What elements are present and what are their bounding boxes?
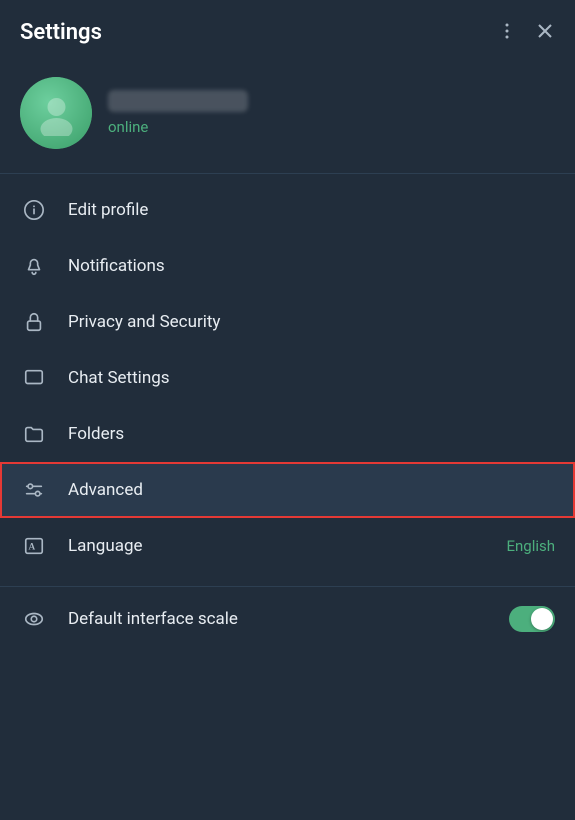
chat-icon [20, 364, 48, 392]
menu-item-chat-settings[interactable]: Chat Settings [0, 350, 575, 406]
menu-list: Edit profile Notifications Privacy and S… [0, 174, 575, 582]
folders-label: Folders [68, 424, 555, 444]
interface-scale-toggle[interactable] [509, 606, 555, 632]
profile-name [108, 90, 248, 112]
advanced-label: Advanced [68, 480, 555, 500]
page-title: Settings [20, 20, 102, 45]
info-icon [20, 196, 48, 224]
svg-text:A: A [29, 542, 36, 552]
more-vertical-icon[interactable] [497, 21, 517, 44]
language-label: Language [68, 536, 506, 556]
menu-item-notifications[interactable]: Notifications [0, 238, 575, 294]
menu-item-interface-scale[interactable]: Default interface scale [0, 591, 575, 647]
menu-item-advanced[interactable]: Advanced [0, 462, 575, 518]
profile-section: online [0, 61, 575, 173]
close-icon[interactable] [535, 21, 555, 44]
bell-icon [20, 252, 48, 280]
bottom-divider [0, 586, 575, 587]
eye-icon [20, 605, 48, 633]
settings-header: Settings [0, 0, 575, 61]
edit-profile-label: Edit profile [68, 200, 555, 220]
avatar[interactable] [20, 77, 92, 149]
menu-item-privacy-security[interactable]: Privacy and Security [0, 294, 575, 350]
profile-info: online [108, 90, 248, 136]
chat-settings-label: Chat Settings [68, 368, 555, 388]
language-value: English [506, 537, 555, 555]
profile-status: online [108, 118, 248, 136]
interface-scale-label: Default interface scale [68, 609, 509, 629]
language-icon: A [20, 532, 48, 560]
lock-icon [20, 308, 48, 336]
sliders-icon [20, 476, 48, 504]
menu-item-language[interactable]: A Language English [0, 518, 575, 574]
privacy-security-label: Privacy and Security [68, 312, 555, 332]
toggle-knob [531, 608, 553, 630]
header-actions [497, 21, 555, 44]
folder-icon [20, 420, 48, 448]
menu-item-folders[interactable]: Folders [0, 406, 575, 462]
menu-item-edit-profile[interactable]: Edit profile [0, 182, 575, 238]
notifications-label: Notifications [68, 256, 555, 276]
